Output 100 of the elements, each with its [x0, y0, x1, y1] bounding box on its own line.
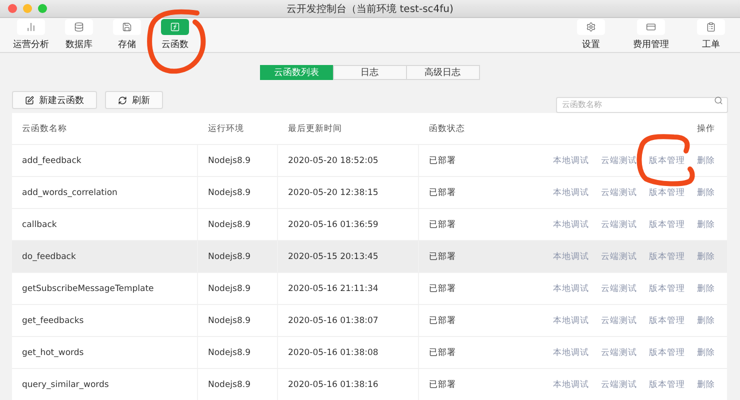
row-action-link[interactable]: 云端测试 [601, 218, 637, 230]
table-row[interactable]: do_feedback Nodejs8.9 2020-05-15 20:13:45 已部署 本地调试 云端测试 版本管理 删除 [12, 240, 727, 272]
runtime-cell: Nodejs8.9 [208, 316, 250, 326]
runtime-cell: Nodejs8.9 [208, 188, 250, 198]
column-header: 函数状态 [429, 122, 465, 134]
row-action-link[interactable]: 本地调试 [553, 346, 589, 358]
row-action-link[interactable]: 本地调试 [553, 282, 589, 294]
row-action-link[interactable]: 版本管理 [649, 378, 685, 390]
status-cell: 已部署 [429, 250, 456, 262]
toolbar-label: 存储 [118, 38, 136, 51]
status-cell: 已部署 [429, 154, 456, 166]
row-action-link[interactable]: 删除 [697, 154, 715, 166]
runtime-cell: Nodejs8.9 [208, 220, 250, 230]
refresh-button[interactable]: 刷新 [105, 91, 163, 109]
table-row[interactable]: add_feedback Nodejs8.9 2020-05-20 18:52:05 已部署 本地调试 云端测试 版本管理 删除 [12, 144, 727, 176]
search-field[interactable]: 云函数名称 [556, 96, 728, 112]
function-name: callback [22, 220, 57, 230]
toolbar-label: 数据库 [66, 38, 92, 51]
function-name: getSubscribeMessageTemplate [22, 284, 154, 294]
row-action-link[interactable]: 版本管理 [649, 346, 685, 358]
close-window-button[interactable] [8, 4, 17, 13]
row-action-link[interactable]: 删除 [697, 346, 715, 358]
row-action-link[interactable]: 删除 [697, 378, 715, 390]
window-title: 云开发控制台（当前环境 test-sc4fu) [286, 2, 454, 16]
table-row[interactable]: query_similar_words Nodejs8.9 2020-05-16 01:38:16 已部署 本地调试 云端测试 版本管理 删除 [12, 368, 727, 400]
toolbar-button[interactable] [577, 19, 605, 35]
new-function-button[interactable]: 新建云函数 [12, 91, 97, 109]
row-action-link[interactable]: 删除 [697, 250, 715, 262]
runtime-cell: Nodejs8.9 [208, 380, 250, 390]
row-action-link[interactable]: 本地调试 [553, 378, 589, 390]
toolbar-button[interactable] [65, 19, 93, 35]
row-action-link[interactable]: 版本管理 [649, 154, 685, 166]
edit-icon [25, 96, 34, 104]
function-name: add_feedback [22, 156, 82, 166]
status-cell: 已部署 [429, 282, 456, 294]
updated-time-cell: 2020-05-20 12:38:15 [288, 188, 378, 198]
tab[interactable]: 日志 [332, 65, 406, 80]
row-action-link[interactable]: 云端测试 [601, 282, 637, 294]
toolbar-button[interactable] [697, 19, 725, 35]
status-cell: 已部署 [429, 218, 456, 230]
row-action-link[interactable]: 删除 [697, 218, 715, 230]
toolbar-button[interactable] [17, 19, 45, 35]
status-cell: 已部署 [429, 314, 456, 326]
row-action-link[interactable]: 删除 [697, 314, 715, 326]
table-row[interactable]: callback Nodejs8.9 2020-05-16 01:36:59 已部署 本地调试 云端测试 版本管理 删除 [12, 208, 727, 240]
row-action-link[interactable]: 版本管理 [649, 314, 685, 326]
row-action-link[interactable]: 云端测试 [601, 250, 637, 262]
refresh-icon [118, 96, 127, 104]
runtime-cell: Nodejs8.9 [208, 252, 250, 262]
tab[interactable]: 高级日志 [406, 65, 480, 80]
runtime-cell: Nodejs8.9 [208, 284, 250, 294]
row-action-link[interactable]: 版本管理 [649, 250, 685, 262]
tab[interactable]: 云函数列表 [260, 65, 334, 80]
row-action-link[interactable]: 删除 [697, 186, 715, 198]
row-action-link[interactable]: 版本管理 [649, 186, 685, 198]
table-row[interactable]: getSubscribeMessageTemplate Nodejs8.9 2020-05-16 21:11:34 已部署 本地调试 云端测试 版本管理 删除 [12, 272, 727, 304]
clipboard-icon [706, 22, 716, 32]
toolbar-button[interactable] [637, 19, 665, 35]
column-header: 云函数名称 [22, 122, 67, 134]
function-name: add_words_correlation [22, 188, 118, 198]
updated-time-cell: 2020-05-16 21:11:34 [288, 284, 378, 294]
function-name: query_similar_words [22, 380, 109, 390]
row-action-link[interactable]: 本地调试 [553, 250, 589, 262]
row-action-link[interactable]: 本地调试 [553, 186, 589, 198]
row-action-link[interactable]: 云端测试 [601, 154, 637, 166]
row-action-link[interactable]: 本地调试 [553, 218, 589, 230]
runtime-cell: Nodejs8.9 [208, 156, 250, 166]
runtime-cell: Nodejs8.9 [208, 348, 250, 358]
toolbar-button[interactable] [113, 19, 141, 35]
row-action-link[interactable]: 版本管理 [649, 218, 685, 230]
function-name: get_hot_words [22, 348, 84, 358]
table-row[interactable]: add_words_correlation Nodejs8.9 2020-05-20 12:38:15 已部署 本地调试 云端测试 版本管理 删除 [12, 176, 727, 208]
row-action-link[interactable]: 云端测试 [601, 186, 637, 198]
row-action-link[interactable]: 云端测试 [601, 378, 637, 390]
settings-icon [586, 22, 596, 32]
updated-time-cell: 2020-05-16 01:36:59 [288, 220, 378, 230]
column-header: 运行环境 [208, 122, 244, 134]
status-cell: 已部署 [429, 186, 456, 198]
row-action-link[interactable]: 云端测试 [601, 346, 637, 358]
bar-chart-icon [26, 22, 36, 32]
card-icon [646, 22, 656, 32]
column-header: 操作 [697, 122, 715, 134]
updated-time-cell: 2020-05-16 01:38:16 [288, 380, 378, 390]
row-action-link[interactable]: 本地调试 [553, 154, 589, 166]
row-action-link[interactable]: 删除 [697, 282, 715, 294]
status-cell: 已部署 [429, 346, 456, 358]
updated-time-cell: 2020-05-16 01:38:07 [288, 316, 378, 326]
table-row[interactable]: get_feedbacks Nodejs8.9 2020-05-16 01:38:07 已部署 本地调试 云端测试 版本管理 删除 [12, 304, 727, 336]
function-name: do_feedback [22, 252, 76, 262]
updated-time-cell: 2020-05-15 20:13:45 [288, 252, 378, 262]
database-icon [74, 22, 84, 32]
toolbar-label: 工单 [702, 38, 720, 51]
table-row[interactable]: get_hot_words Nodejs8.9 2020-05-16 01:38:08 已部署 本地调试 云端测试 版本管理 删除 [12, 336, 727, 368]
row-action-link[interactable]: 版本管理 [649, 282, 685, 294]
toolbar-label: 云函数 [162, 38, 188, 51]
toolbar-label: 费用管理 [633, 38, 669, 51]
search-icon [714, 96, 723, 104]
row-action-link[interactable]: 本地调试 [553, 314, 589, 326]
toolbar-button[interactable] [161, 19, 189, 35]
row-action-link[interactable]: 云端测试 [601, 314, 637, 326]
